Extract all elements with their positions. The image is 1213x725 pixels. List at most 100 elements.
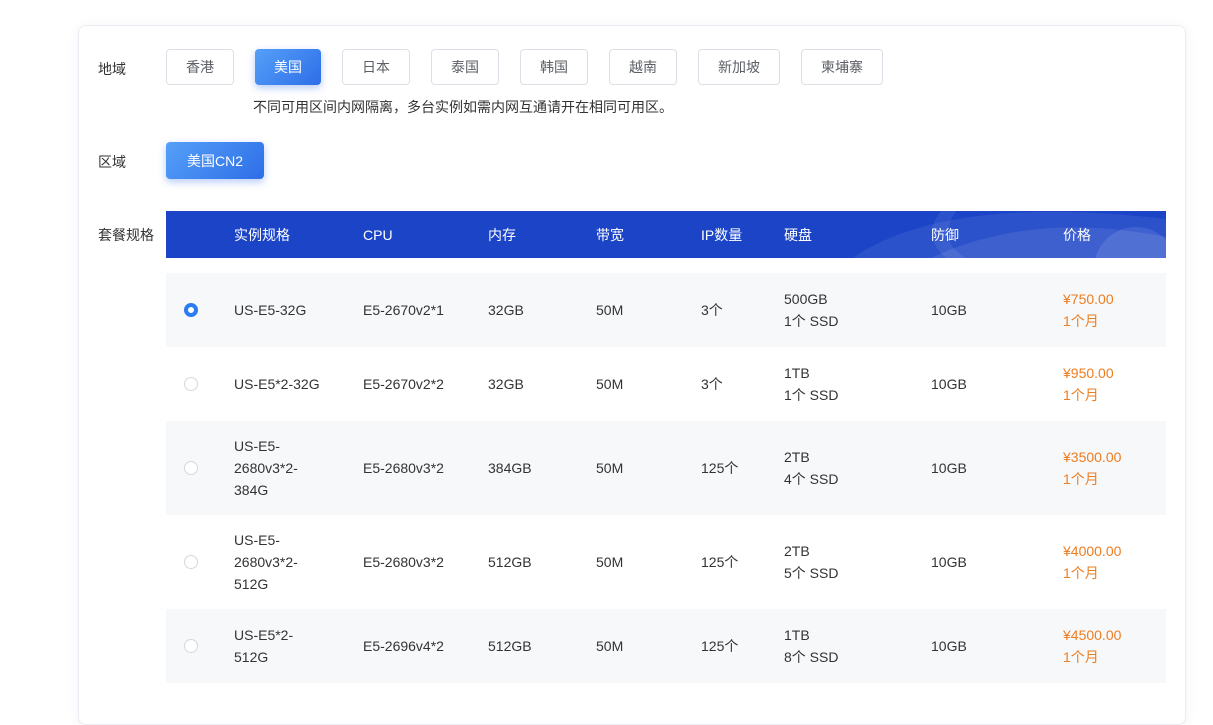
price-amount: ¥750.00 [1063, 288, 1166, 310]
cell-spec: US-E5-2680v3*2-512G [234, 529, 363, 595]
zone-option-usa-cn2[interactable]: 美国CN2 [166, 142, 264, 179]
zone-label: 区域 [79, 142, 166, 179]
cell-spec: US-E5-32G [234, 299, 363, 321]
cell-ip-count: 125个 [701, 457, 784, 479]
disk-size: 2TB [784, 540, 931, 562]
zone-options: 美国CN2 [166, 142, 264, 179]
col-header-spec: 实例规格 [234, 224, 363, 246]
cell-price: ¥750.00 1个月 [1063, 288, 1166, 332]
region-section: 地域 香港 美国 日本 泰国 韩国 越南 新加坡 柬埔寨 不同可用区间内网隔离，… [79, 49, 1185, 117]
cell-memory: 512GB [488, 635, 596, 657]
cell-ip-count: 3个 [701, 373, 784, 395]
row-radio[interactable] [184, 639, 198, 653]
plan-row-us-e5-2680v3x2-384g[interactable]: US-E5-2680v3*2-384G E5-2680v3*2 384GB 50… [166, 421, 1166, 515]
plan-row-us-e5x2-32g[interactable]: US-E5*2-32G E5-2670v2*2 32GB 50M 3个 1TB … [166, 347, 1166, 421]
zone-section: 区域 美国CN2 [79, 142, 1185, 179]
cell-defense: 10GB [931, 299, 1063, 321]
plan-table-header: 实例规格 CPU 内存 带宽 IP数量 硬盘 防御 价格 [166, 211, 1166, 258]
col-header-memory: 内存 [488, 224, 596, 246]
cell-disk: 500GB 1个 SSD [784, 288, 931, 332]
disk-detail: 5个 SSD [784, 562, 931, 584]
plan-row-us-e5x2-512g[interactable]: US-E5*2-512G E5-2696v4*2 512GB 50M 125个 … [166, 609, 1166, 683]
cell-ip-count: 125个 [701, 635, 784, 657]
col-header-bandwidth: 带宽 [596, 224, 701, 246]
cell-defense: 10GB [931, 457, 1063, 479]
cell-disk: 2TB 5个 SSD [784, 540, 931, 584]
disk-detail: 8个 SSD [784, 646, 931, 668]
price-period: 1个月 [1063, 646, 1166, 668]
col-header-cpu: CPU [363, 224, 488, 246]
cell-spec: US-E5*2-512G [234, 624, 363, 668]
cell-spec: US-E5*2-32G [234, 373, 363, 395]
row-radio-selected[interactable] [184, 303, 198, 317]
price-period: 1个月 [1063, 384, 1166, 406]
cell-memory: 32GB [488, 373, 596, 395]
region-option-hongkong[interactable]: 香港 [166, 49, 234, 85]
cell-bandwidth: 50M [596, 457, 701, 479]
col-header-ip-count: IP数量 [701, 224, 784, 246]
plan-table: 实例规格 CPU 内存 带宽 IP数量 硬盘 防御 价格 US-E5-32G E… [166, 211, 1166, 683]
cell-disk: 2TB 4个 SSD [784, 446, 931, 490]
cell-disk: 1TB 1个 SSD [784, 362, 931, 406]
row-radio[interactable] [184, 461, 198, 475]
region-label: 地域 [79, 49, 166, 117]
disk-size: 500GB [784, 288, 931, 310]
cell-bandwidth: 50M [596, 299, 701, 321]
cell-price: ¥3500.00 1个月 [1063, 446, 1166, 490]
price-period: 1个月 [1063, 562, 1166, 584]
disk-size: 1TB [784, 624, 931, 646]
col-header-defense: 防御 [931, 224, 1063, 246]
price-amount: ¥3500.00 [1063, 446, 1166, 468]
region-option-thailand[interactable]: 泰国 [431, 49, 499, 85]
config-panel: 地域 香港 美国 日本 泰国 韩国 越南 新加坡 柬埔寨 不同可用区间内网隔离，… [78, 25, 1186, 725]
cell-price: ¥4000.00 1个月 [1063, 540, 1166, 584]
cell-ip-count: 3个 [701, 299, 784, 321]
cell-ip-count: 125个 [701, 551, 784, 573]
cell-cpu: E5-2680v3*2 [363, 457, 488, 479]
region-option-vietnam[interactable]: 越南 [609, 49, 677, 85]
plan-row-us-e5-32g[interactable]: US-E5-32G E5-2670v2*1 32GB 50M 3个 500GB … [166, 273, 1166, 347]
disk-detail: 1个 SSD [784, 384, 931, 406]
disk-detail: 1个 SSD [784, 310, 931, 332]
price-period: 1个月 [1063, 310, 1166, 332]
region-options: 香港 美国 日本 泰国 韩国 越南 新加坡 柬埔寨 [166, 49, 883, 85]
price-period: 1个月 [1063, 468, 1166, 490]
cell-bandwidth: 50M [596, 373, 701, 395]
region-option-japan[interactable]: 日本 [342, 49, 410, 85]
row-radio[interactable] [184, 377, 198, 391]
disk-detail: 4个 SSD [784, 468, 931, 490]
price-amount: ¥950.00 [1063, 362, 1166, 384]
region-option-cambodia[interactable]: 柬埔寨 [801, 49, 883, 85]
cell-spec: US-E5-2680v3*2-384G [234, 435, 363, 501]
region-option-usa[interactable]: 美国 [255, 49, 321, 85]
cell-cpu: E5-2680v3*2 [363, 551, 488, 573]
cell-defense: 10GB [931, 551, 1063, 573]
cell-cpu: E5-2696v4*2 [363, 635, 488, 657]
cell-bandwidth: 50M [596, 551, 701, 573]
cell-price: ¥950.00 1个月 [1063, 362, 1166, 406]
cell-defense: 10GB [931, 635, 1063, 657]
price-amount: ¥4000.00 [1063, 540, 1166, 562]
region-option-korea[interactable]: 韩国 [520, 49, 588, 85]
col-header-price: 价格 [1063, 224, 1166, 246]
cell-memory: 32GB [488, 299, 596, 321]
disk-size: 2TB [784, 446, 931, 468]
cell-price: ¥4500.00 1个月 [1063, 624, 1166, 668]
cell-cpu: E5-2670v2*1 [363, 299, 488, 321]
row-radio[interactable] [184, 555, 198, 569]
disk-size: 1TB [784, 362, 931, 384]
plan-section: 套餐规格 实例规格 CPU 内存 带宽 IP数量 硬盘 防御 价格 [79, 211, 1185, 683]
cell-bandwidth: 50M [596, 635, 701, 657]
plan-row-us-e5-2680v3x2-512g[interactable]: US-E5-2680v3*2-512G E5-2680v3*2 512GB 50… [166, 515, 1166, 609]
price-amount: ¥4500.00 [1063, 624, 1166, 646]
cell-memory: 384GB [488, 457, 596, 479]
cell-disk: 1TB 8个 SSD [784, 624, 931, 668]
plan-table-body: US-E5-32G E5-2670v2*1 32GB 50M 3个 500GB … [166, 273, 1166, 683]
region-option-singapore[interactable]: 新加坡 [698, 49, 780, 85]
cell-memory: 512GB [488, 551, 596, 573]
cell-cpu: E5-2670v2*2 [363, 373, 488, 395]
plan-label: 套餐规格 [79, 211, 166, 683]
col-header-disk: 硬盘 [784, 224, 931, 246]
region-note: 不同可用区间内网隔离，多台实例如需内网互通请开在相同可用区。 [253, 97, 883, 117]
cell-defense: 10GB [931, 373, 1063, 395]
